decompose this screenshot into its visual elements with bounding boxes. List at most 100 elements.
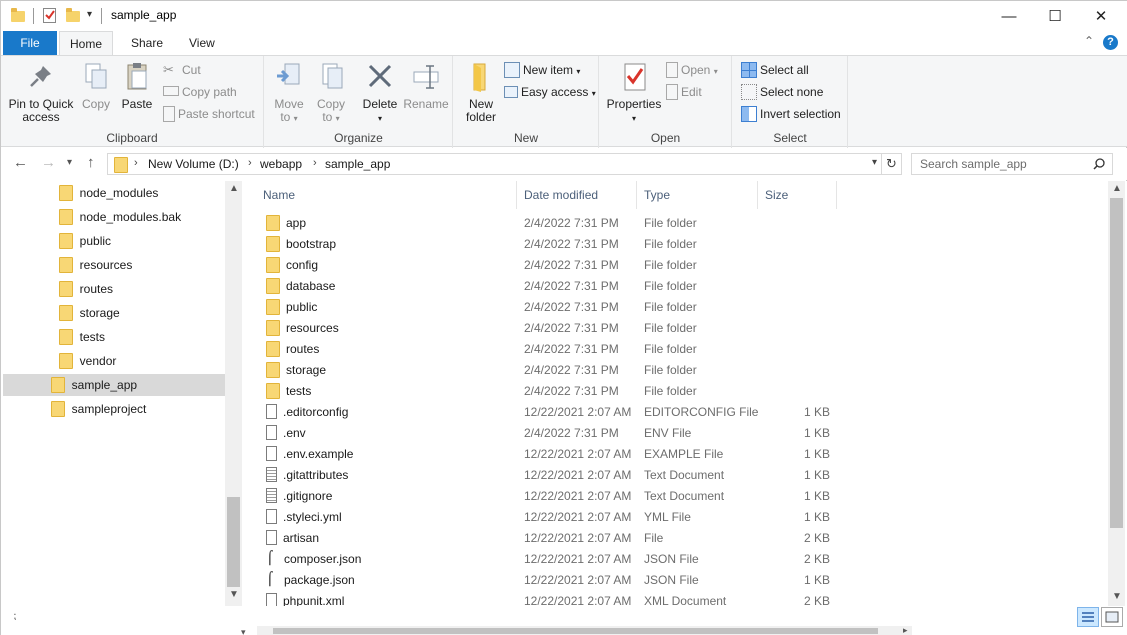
file-icon [266, 446, 277, 462]
easy-access-button[interactable]: Easy access ▾ [504, 82, 596, 102]
tab-view[interactable]: View [179, 31, 225, 55]
folder-icon [11, 8, 25, 22]
nav-item-resources[interactable]: resources [59, 254, 132, 276]
file-row[interactable]: app 2/4/2022 7:31 PM File folder [244, 213, 1094, 234]
file-row[interactable]: .gitignore 12/22/2021 2:07 AM Text Documen… [244, 486, 1094, 507]
large-icons-view-button[interactable] [1101, 607, 1123, 627]
refresh-icon[interactable]: ↻ [882, 153, 902, 175]
scroll-right-arrow-icon[interactable]: ▸ [903, 625, 908, 635]
file-row[interactable]: bootstrap 2/4/2022 7:31 PM File folder [244, 234, 1094, 255]
paste-shortcut-button[interactable]: Paste shortcut [163, 104, 255, 124]
pin-label-2: access [22, 110, 60, 124]
select-all-button[interactable]: Select all [741, 60, 809, 80]
nav-item-sample-app[interactable]: sample_app [3, 374, 225, 396]
nav-item-sampleproject[interactable]: sampleproject [51, 398, 146, 420]
file-row[interactable]: .env.example 12/22/2021 2:07 AM EXAMPLE Fi… [244, 444, 1094, 465]
cut-button[interactable]: ✂ Cut [163, 60, 201, 80]
nav-item-routes[interactable]: routes [59, 278, 113, 300]
recent-locations-chevron-icon[interactable]: ▾ [67, 157, 72, 168]
copy-to-button[interactable]: Copy to ▾ [313, 60, 349, 125]
column-header-type[interactable]: Type [637, 181, 758, 209]
file-row[interactable]: artisan 12/22/2021 2:07 AM File 2 KB [244, 528, 1094, 549]
properties-button[interactable]: Properties ▾ [604, 60, 664, 125]
forward-arrow-icon[interactable]: → [41, 154, 56, 171]
tab-share[interactable]: Share [121, 31, 173, 55]
file-date-cell: 12/22/2021 2:07 AM [524, 405, 632, 419]
nav-item-node-modules[interactable]: node_modules [59, 182, 158, 204]
file-row[interactable]: public 2/4/2022 7:31 PM File folder [244, 297, 1094, 318]
column-header-date-modified[interactable]: Date modified [517, 181, 637, 209]
back-arrow-icon[interactable]: ← [13, 154, 28, 171]
delete-button[interactable]: Delete ▾ [361, 60, 399, 125]
text-document-icon [266, 467, 277, 483]
file-name-cell: tests [266, 381, 311, 402]
paste-button[interactable]: Paste [119, 60, 155, 111]
file-name: app [286, 216, 307, 230]
file-row[interactable]: resources 2/4/2022 7:31 PM File folder [244, 318, 1094, 339]
help-button[interactable]: ? [1103, 35, 1118, 50]
new-folder-button[interactable]: New folder [460, 60, 502, 124]
file-row[interactable]: ⌠ composer.json 12/22/2021 2:07 AM JSON Fil… [244, 549, 1094, 570]
file-row[interactable]: routes 2/4/2022 7:31 PM File folder [244, 339, 1094, 360]
maximize-button[interactable]: ☐ [1032, 1, 1078, 31]
move-to-button[interactable]: Move to ▾ [271, 60, 307, 125]
horizontal-scrollbar-thumb[interactable] [273, 628, 878, 634]
address-dropdown-chevron-icon[interactable]: ▾ [872, 157, 877, 168]
tab-file[interactable]: File [3, 31, 57, 55]
breadcrumb-webapp[interactable]: webapp [260, 157, 302, 171]
open-button[interactable]: Open ▾ [666, 60, 718, 80]
file-row[interactable]: .editorconfig 12/22/2021 2:07 AM EDITORCON… [244, 402, 1094, 423]
nav-scrollbar-thumb[interactable] [227, 497, 240, 587]
file-row[interactable]: .env 2/4/2022 7:31 PM ENV File 1 KB [244, 423, 1094, 444]
invert-selection-button[interactable]: Invert selection [741, 104, 841, 124]
up-arrow-icon[interactable]: ↑ [87, 154, 95, 171]
file-row[interactable]: database 2/4/2022 7:31 PM File folder [244, 276, 1094, 297]
file-type-cell: XML Document [644, 594, 727, 606]
nav-item-vendor[interactable]: vendor [59, 350, 116, 372]
scroll-down-arrow-icon[interactable]: ▼ [1112, 591, 1122, 602]
scroll-up-arrow-icon[interactable]: ▲ [1112, 183, 1122, 194]
properties-qat-icon[interactable] [43, 8, 56, 23]
breadcrumb-sample-app[interactable]: sample_app [325, 157, 390, 171]
file-list-scrollbar-thumb[interactable] [1110, 198, 1123, 528]
qat-dropdown-icon[interactable]: ▾ [87, 9, 92, 20]
new-item-button[interactable]: New item ▾ [504, 60, 580, 80]
file-row[interactable]: ⌠ package.json 12/22/2021 2:07 AM JSON File… [244, 570, 1094, 591]
nav-item-node-modules-bak[interactable]: node_modules.bak [59, 206, 181, 228]
file-row[interactable]: tests 2/4/2022 7:31 PM File folder [244, 381, 1094, 402]
open-label: Open [681, 63, 711, 77]
search-input[interactable]: Search sample_app [911, 153, 1113, 175]
folder-icon [266, 319, 280, 336]
tab-home[interactable]: Home [59, 31, 114, 56]
nav-item-public[interactable]: public [59, 230, 111, 252]
copy-button[interactable]: Copy [79, 60, 113, 111]
nav-item-tests[interactable]: tests [59, 326, 105, 348]
minimize-button[interactable]: — [986, 1, 1032, 31]
scroll-left-arrow-icon[interactable]: ▾ [241, 627, 246, 635]
nav-item-label: node_modules.bak [79, 210, 182, 224]
collapse-ribbon-icon[interactable]: ⌃ [1084, 34, 1094, 48]
nav-item-storage[interactable]: storage [59, 302, 120, 324]
scroll-down-arrow-icon[interactable]: ▼ [229, 589, 239, 600]
file-row[interactable]: .styleci.yml 12/22/2021 2:07 AM YML File 1 … [244, 507, 1094, 528]
file-row[interactable]: config 2/4/2022 7:31 PM File folder [244, 255, 1094, 276]
folder-icon [266, 298, 280, 315]
details-view-button[interactable] [1077, 607, 1099, 627]
select-none-button[interactable]: Select none [741, 82, 823, 102]
file-row[interactable]: .gitattributes 12/22/2021 2:07 AM Text Doc… [244, 465, 1094, 486]
file-row[interactable]: storage 2/4/2022 7:31 PM File folder [244, 360, 1094, 381]
scroll-up-arrow-icon[interactable]: ▲ [229, 183, 239, 194]
pin-to-quick-access-button[interactable]: Pin to Quick access [5, 60, 77, 124]
address-bar[interactable]: › New Volume (D:) › webapp › sample_app … [107, 153, 882, 175]
close-button[interactable]: ✕ [1078, 1, 1124, 31]
rename-button[interactable]: Rename [403, 60, 449, 111]
column-header-size[interactable]: Size [758, 181, 837, 209]
file-row[interactable]: phpunit.xml 12/22/2021 2:07 AM XML Documen… [244, 591, 1094, 606]
new-folder-qat-icon[interactable] [66, 8, 80, 22]
file-date-cell: 12/22/2021 2:07 AM [524, 573, 632, 587]
breadcrumb-new-volume[interactable]: New Volume (D:) [148, 157, 239, 171]
copy-path-button[interactable]: Copy path [163, 82, 237, 102]
qat-separator [101, 8, 102, 24]
column-header-name[interactable]: Name [256, 181, 517, 209]
edit-button[interactable]: Edit [666, 82, 702, 102]
